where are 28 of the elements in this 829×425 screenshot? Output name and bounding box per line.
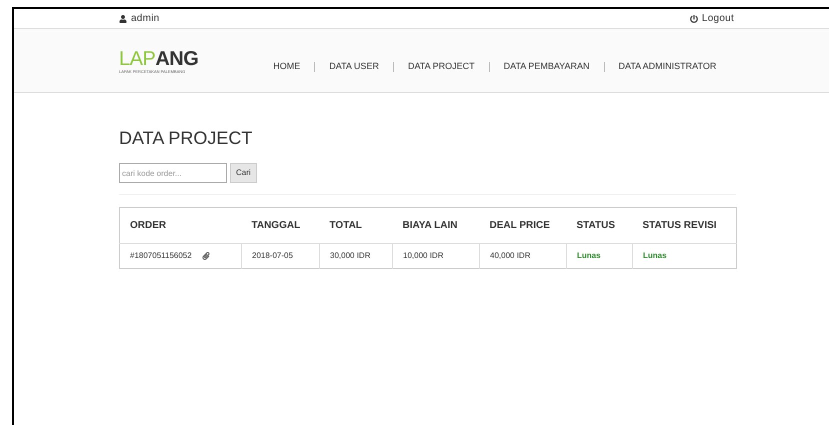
nav-link[interactable]: DATA PROJECT (408, 60, 475, 74)
search-button[interactable]: Cari (230, 163, 257, 183)
logo: LAPANG (119, 49, 198, 69)
status-cell: Lunas (566, 244, 632, 268)
column-header: ORDER (120, 208, 242, 244)
nav-link[interactable]: DATA PEMBAYARAN (504, 60, 590, 74)
page-title: DATA PROJECT (119, 129, 254, 147)
column-header: BIAYA LAIN (392, 208, 480, 244)
nav-link[interactable]: DATA USER (329, 60, 379, 74)
column-header: STATUS (566, 208, 632, 244)
column-header: TOTAL (320, 208, 392, 244)
table-cell: 40,000 IDR (480, 244, 566, 268)
user-icon (119, 14, 127, 22)
column-header: DEAL PRICE (480, 208, 566, 244)
table-cell: 30,000 IDR (320, 244, 392, 268)
nav-link[interactable]: HOME (273, 60, 300, 74)
column-header: STATUS REVISI (632, 208, 736, 244)
table-cell: 2018-07-05 (242, 244, 320, 268)
status-cell: Lunas (632, 244, 736, 268)
table-cell: 10,000 IDR (392, 244, 480, 268)
power-icon (690, 14, 698, 22)
username: admin (131, 12, 160, 26)
nav-link[interactable]: DATA ADMINISTRATOR (618, 60, 716, 74)
search-field[interactable]: cari kode order... (119, 163, 227, 183)
paperclip-icon[interactable] (202, 252, 210, 260)
order-code: #1807051156052 (130, 250, 192, 262)
column-header: TANGGAL (242, 208, 320, 244)
logout-link[interactable]: Logout (690, 11, 734, 26)
